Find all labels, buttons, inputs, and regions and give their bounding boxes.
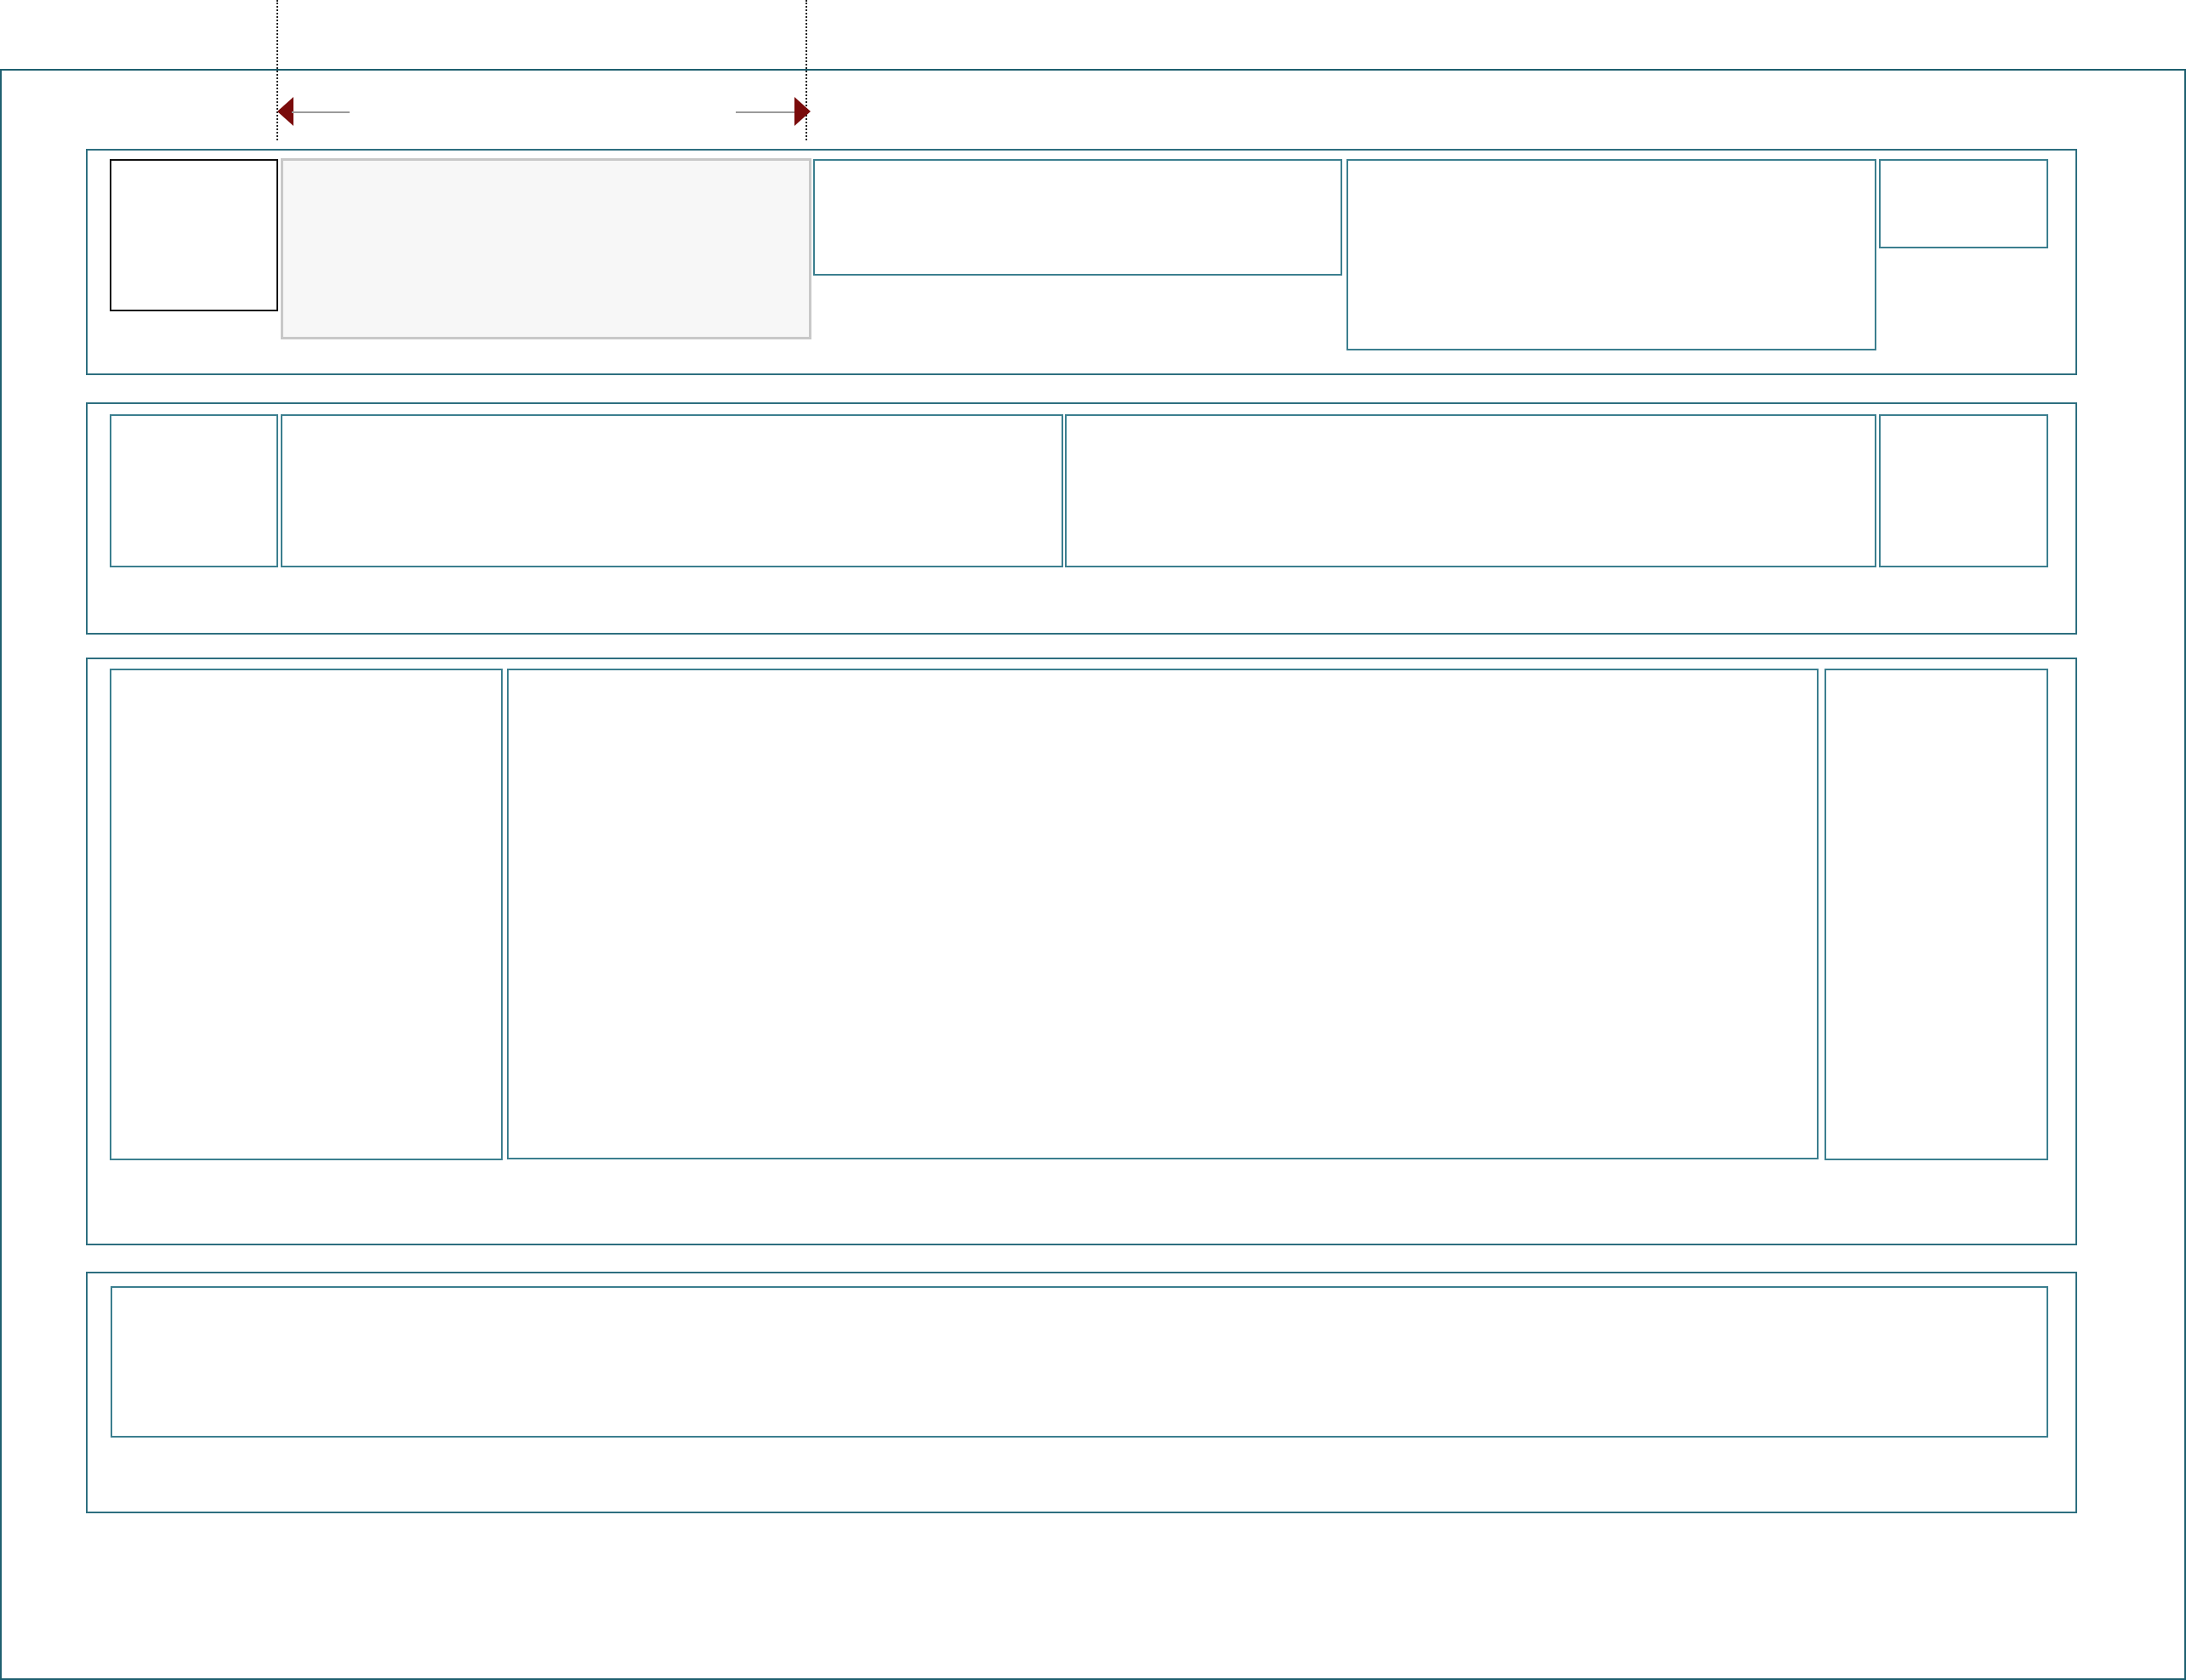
row-2-cell-1[interactable]: [110, 414, 278, 567]
row-1-cell-5[interactable]: [1879, 159, 2048, 248]
arrow-left-line: [292, 111, 350, 113]
row-2-cell-4[interactable]: [1879, 414, 2048, 567]
row-3-cell-1[interactable]: [110, 669, 503, 1160]
arrow-right-icon[interactable]: [794, 97, 811, 126]
row-1-cell-4[interactable]: [1346, 159, 1876, 350]
arrow-right-line: [736, 111, 795, 113]
row-1-cell-2-selected[interactable]: [281, 158, 811, 339]
row-3-cell-3[interactable]: [1825, 669, 2048, 1160]
row-3-cell-2[interactable]: [507, 669, 1819, 1159]
row-2-cell-2[interactable]: [281, 414, 1063, 567]
row-1-cell-1[interactable]: [110, 159, 278, 311]
row-4-cell-1[interactable]: [111, 1286, 2048, 1438]
row-1-cell-3[interactable]: [813, 159, 1342, 276]
row-2-cell-3[interactable]: [1065, 414, 1876, 567]
